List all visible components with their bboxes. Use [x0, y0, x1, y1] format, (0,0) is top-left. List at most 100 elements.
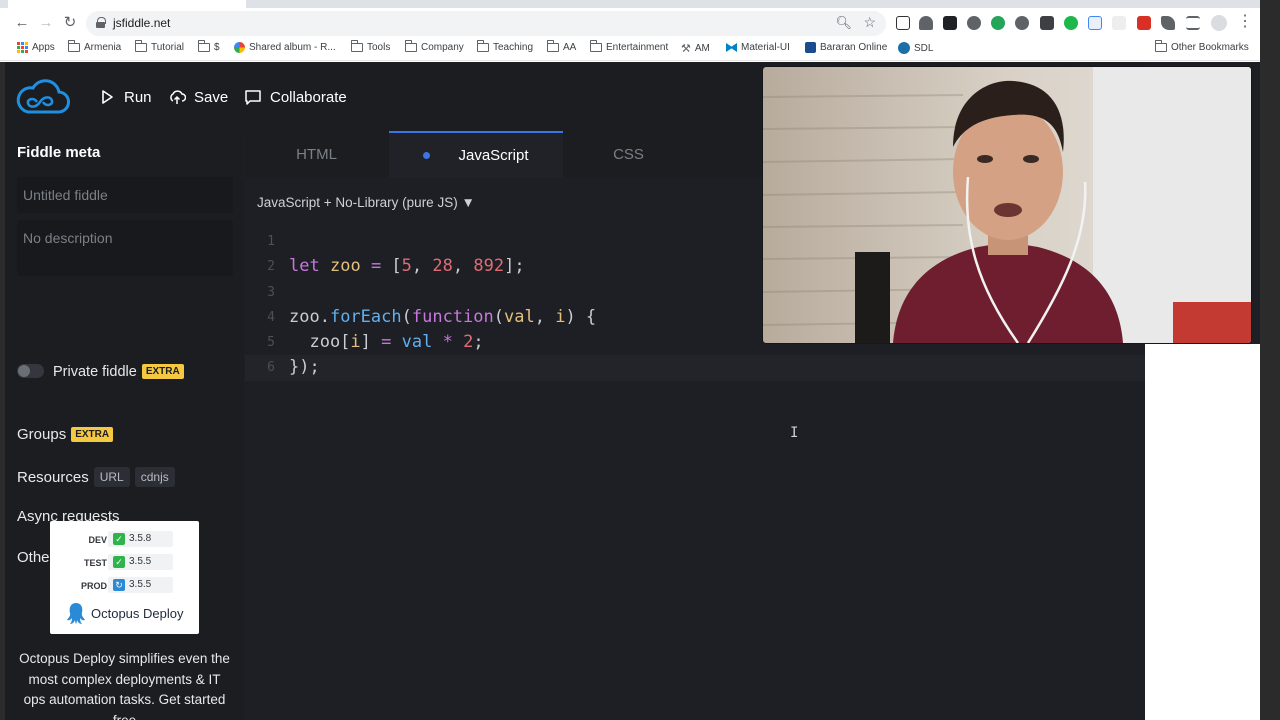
octopus-ad-card[interactable]: DEV ✓ 3.5.8 TEST ✓ 3.5.5 PROD ↻ 3.5.5 Oc…: [50, 521, 199, 634]
bookmark-dollar[interactable]: $: [197, 40, 220, 53]
bookmark-tools[interactable]: Tools: [350, 40, 391, 53]
bookmark-star-icon[interactable]: ☆: [863, 14, 876, 31]
dark-furniture: [855, 252, 890, 343]
jsfiddle-logo-icon[interactable]: [16, 78, 70, 116]
octopus-brand-label: Octopus Deploy: [91, 605, 184, 621]
photos-icon: [234, 42, 245, 53]
line-number: 4: [267, 309, 275, 325]
private-fiddle-row: Private fiddle EXTRA: [53, 364, 184, 380]
folder-icon: [197, 40, 210, 52]
bookmark-aa[interactable]: AA: [546, 40, 577, 53]
bookmark-teaching[interactable]: Teaching: [476, 40, 534, 53]
folder-icon: [589, 40, 602, 52]
groups-section[interactable]: Groups EXTRA: [17, 426, 114, 443]
save-button[interactable]: Save: [168, 87, 228, 107]
code-line-current: 6});: [245, 355, 1145, 381]
zoom-icon[interactable]: 🔍︎: [835, 15, 852, 31]
line-6-code: });: [289, 357, 320, 378]
bookmark-apps[interactable]: Apps: [17, 42, 55, 53]
bookmark-material-ui[interactable]: Material-UI: [726, 42, 790, 53]
language-selector[interactable]: JavaScript + No-Library (pure JS) ▼: [257, 195, 475, 210]
extension-pen-icon[interactable]: [896, 16, 910, 30]
bookmark-shared-album[interactable]: Shared album - R...: [234, 42, 336, 53]
extensions-puzzle-icon[interactable]: [1161, 16, 1175, 30]
bookmark-armenia[interactable]: Armenia: [67, 40, 121, 53]
tab-css[interactable]: CSS: [563, 131, 694, 178]
bookmark-tutorial[interactable]: Tutorial: [134, 40, 184, 53]
cdnjs-chip[interactable]: cdnjs: [134, 467, 175, 487]
poster: [1173, 302, 1251, 343]
line-number: 5: [267, 335, 275, 351]
sidebar-title: Fiddle meta: [17, 144, 101, 161]
bookmark-label: AA: [563, 42, 577, 53]
bookmark-label: Shared album - R...: [249, 42, 336, 53]
line-4-code: zoo.forEach(function(val, i) {: [289, 306, 597, 327]
bookmark-company[interactable]: Company: [404, 40, 464, 53]
tab-javascript-label: JavaScript: [458, 147, 529, 164]
extension-circle-icon[interactable]: [1015, 16, 1029, 30]
bookmark-entertainment[interactable]: Entertainment: [589, 40, 669, 53]
presenter-eye: [1023, 155, 1039, 163]
extension-tray-icon[interactable]: [1040, 16, 1054, 30]
back-icon[interactable]: ←: [12, 13, 32, 33]
chat-bubble-icon: [245, 90, 261, 105]
save-label: Save: [194, 88, 229, 106]
address-bar[interactable]: jsfiddle.net 🔍︎ ☆: [86, 11, 886, 36]
extension-cloud-icon[interactable]: [919, 16, 933, 30]
extension-red-icon[interactable]: [1137, 16, 1151, 30]
bookmark-label: Other Bookmarks: [1171, 42, 1249, 53]
tab-html[interactable]: HTML: [245, 131, 388, 178]
bookmark-label: Entertainment: [606, 42, 669, 53]
ad-test-row: TEST ✓ 3.5.5: [50, 554, 199, 572]
am-icon: ⚒: [681, 43, 691, 55]
line-number: 1: [267, 234, 275, 249]
bookmarks-bar: Apps Armenia Tutorial $ Shared album - R…: [0, 38, 1280, 61]
lock-icon: [96, 17, 106, 28]
bookmark-label: $: [214, 42, 220, 53]
run-button[interactable]: Run: [98, 87, 152, 107]
bookmark-bararan[interactable]: Bararan Online: [805, 42, 887, 53]
bookmark-label: Teaching: [493, 42, 534, 53]
private-fiddle-toggle[interactable]: [17, 364, 44, 378]
line-number: 2: [267, 259, 275, 275]
extension-green-dot-icon[interactable]: [1064, 16, 1078, 30]
collaborate-button[interactable]: Collaborate: [244, 87, 347, 107]
white-wall: [1093, 67, 1251, 343]
bookmark-label: Bararan Online: [820, 42, 888, 53]
ad-version: 3.5.8: [129, 533, 152, 544]
octopus-logo-icon: [67, 603, 85, 624]
reading-list-icon[interactable]: [1186, 16, 1200, 30]
extension-jb-icon[interactable]: [943, 16, 957, 30]
active-browser-tab[interactable]: [8, 0, 246, 8]
bookmark-label: Apps: [32, 42, 55, 53]
url-chip[interactable]: URL: [93, 467, 130, 487]
extension-skype-icon[interactable]: [967, 16, 981, 30]
extension-blank-icon[interactable]: [1112, 16, 1126, 30]
profile-avatar[interactable]: [1211, 15, 1227, 31]
bookmark-sdl[interactable]: SDL: [898, 42, 933, 54]
resources-section[interactable]: Resources URL cdnjs: [17, 467, 175, 487]
bookmark-other[interactable]: Other Bookmarks: [1154, 40, 1249, 53]
tab-javascript[interactable]: JavaScript: [389, 131, 563, 178]
presenter-eye: [977, 155, 993, 163]
fiddle-description-input[interactable]: No description: [17, 220, 233, 276]
bookmark-am[interactable]: ⚒ AM: [681, 42, 710, 55]
line-2-code: let zoo = [5, 28, 892];: [289, 256, 525, 277]
bookmark-label: Tutorial: [151, 42, 184, 53]
browser-menu-icon[interactable]: ⋮: [1237, 12, 1253, 32]
line-number: 6: [267, 360, 275, 376]
forward-icon[interactable]: →: [36, 13, 56, 33]
fiddle-meta-sidebar: Fiddle meta Untitled fiddle No descripti…: [5, 131, 244, 720]
extension-sync-icon[interactable]: [991, 16, 1005, 30]
ad-copy-text[interactable]: Octopus Deploy simplifies even the most …: [17, 649, 232, 720]
reload-icon[interactable]: ↻: [60, 13, 80, 33]
upload-cloud-icon: [170, 90, 186, 104]
bookmark-label: SDL: [914, 42, 934, 54]
browser-toolbar: ← → ↻ jsfiddle.net 🔍︎ ☆ ⋮: [0, 8, 1280, 38]
line-5-code: zoo[i] = val * 2;: [289, 332, 484, 353]
extension-calendar-icon[interactable]: [1088, 16, 1102, 30]
fiddle-title-input[interactable]: Untitled fiddle: [17, 177, 233, 213]
bookmark-label: Tools: [367, 42, 391, 53]
text-cursor-icon: I: [790, 425, 799, 441]
url-text[interactable]: jsfiddle.net: [113, 16, 170, 30]
